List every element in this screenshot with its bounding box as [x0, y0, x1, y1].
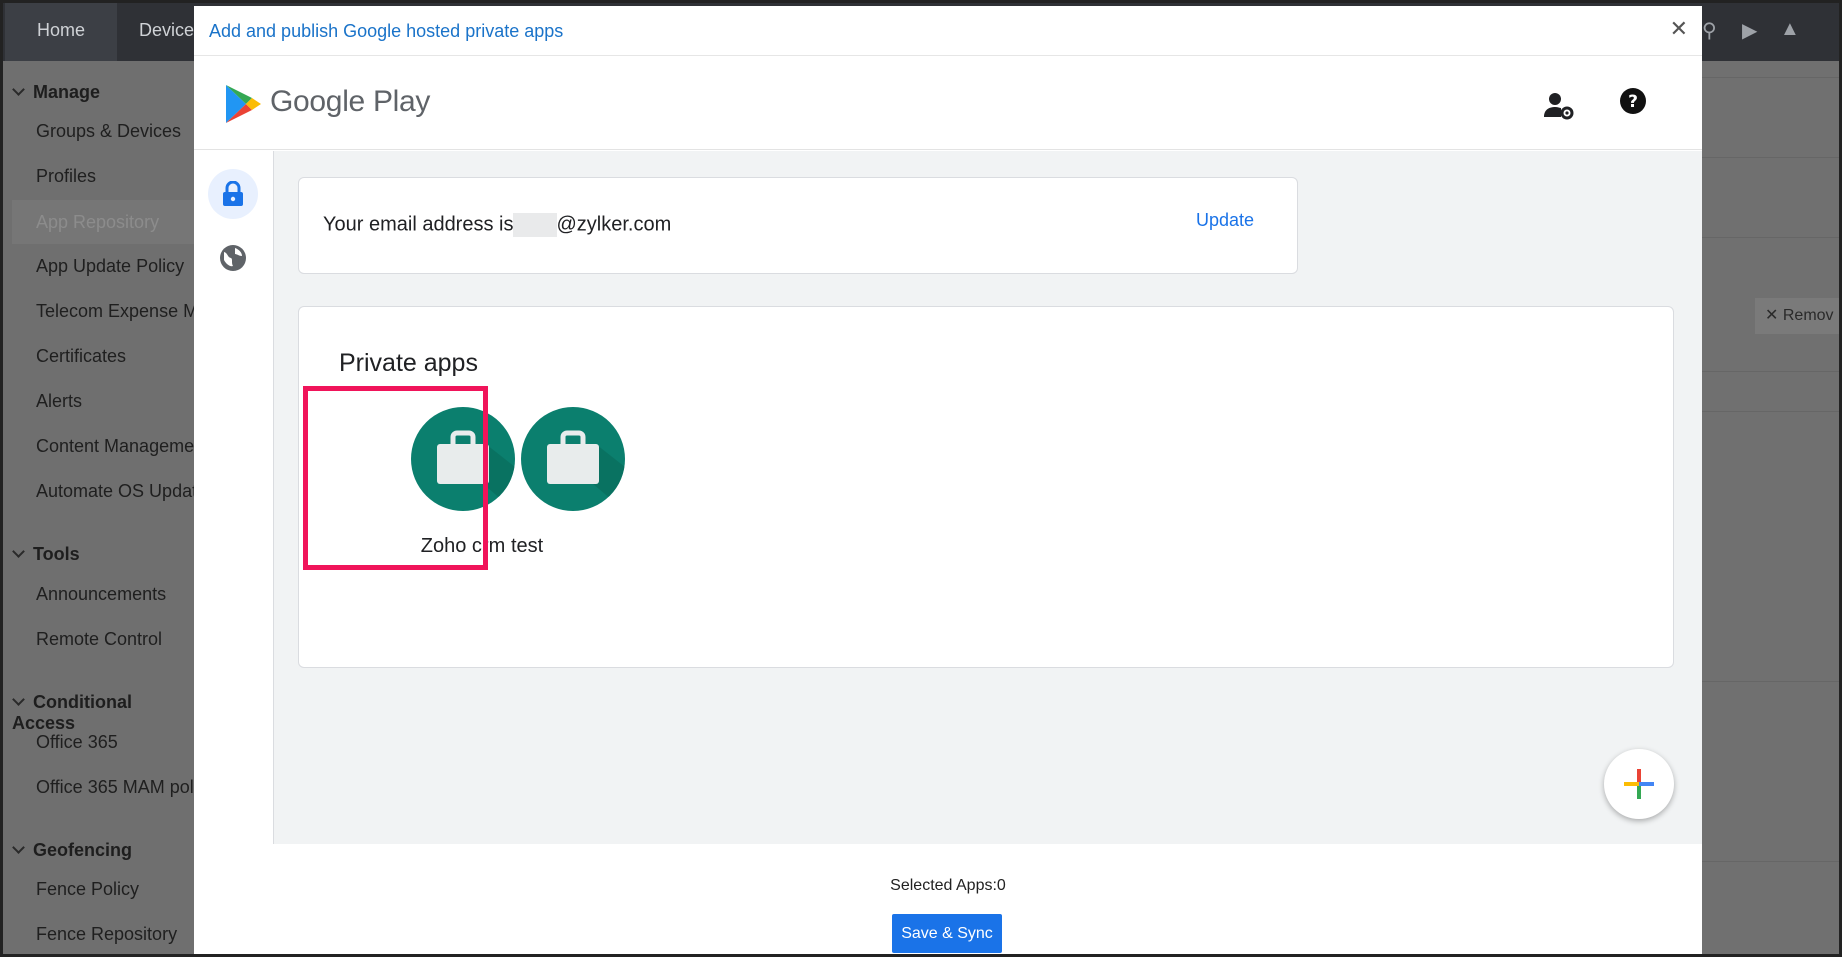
private-apps-title: Private apps [339, 349, 478, 377]
sidebar-item-remote-control[interactable]: Remote Control [36, 629, 162, 650]
plus-icon [1624, 769, 1654, 799]
chevron-down-icon [12, 693, 25, 706]
sidebar-group-manage[interactable]: Manage [12, 82, 100, 103]
add-app-button[interactable] [1604, 749, 1674, 819]
lock-icon [223, 181, 243, 206]
google-play-logo-icon [226, 85, 261, 123]
sidebar-group-conditional-access[interactable]: Conditional Access [12, 692, 194, 734]
tab-home[interactable]: Home [5, 0, 117, 61]
remove-button[interactable]: ✕ Remov [1755, 298, 1842, 334]
sidebar-item-fence-policy[interactable]: Fence Policy [36, 879, 139, 900]
redacted-email-name [513, 213, 558, 237]
app-tile-test[interactable]: test [511, 407, 681, 567]
rocket-icon[interactable]: ▲ [1780, 18, 1800, 41]
svg-text:?: ? [1628, 92, 1638, 112]
sidebar-item-groups-devices[interactable]: Groups & Devices [36, 121, 181, 142]
top-icons: ⚲ ▶ ▲ [1702, 0, 1842, 61]
help-icon[interactable]: ? [1619, 87, 1647, 115]
divider [1702, 411, 1842, 412]
sidebar-item-office-365-mam[interactable]: Office 365 MAM poli [36, 777, 198, 798]
sidebar-item-announcements[interactable]: Announcements [36, 584, 166, 605]
divider [1702, 371, 1842, 372]
sidebar-item-fence-repository[interactable]: Fence Repository [36, 924, 177, 945]
video-icon[interactable]: ▶ [1742, 18, 1757, 43]
sidebar: Manage Groups & Devices Profiles App Rep… [0, 61, 208, 957]
divider [1702, 157, 1842, 158]
publish-apps-modal: Add and publish Google hosted private ap… [194, 6, 1702, 957]
close-icon: ✕ [1765, 307, 1779, 324]
sidebar-group-tools[interactable]: Tools [12, 544, 80, 565]
sidebar-item-office-365[interactable]: Office 365 [36, 732, 118, 753]
chevron-down-icon [12, 83, 25, 96]
email-card: Your email address is @zylker.com Update [298, 177, 1298, 274]
sidebar-item-app-repository[interactable]: App Repository [12, 200, 194, 244]
divider [1702, 681, 1842, 682]
chevron-down-icon [12, 545, 25, 558]
close-icon[interactable]: ✕ [1670, 16, 1688, 42]
divider [1702, 77, 1842, 78]
sidebar-group-geofencing[interactable]: Geofencing [12, 840, 132, 861]
modal-title: Add and publish Google hosted private ap… [209, 21, 564, 41]
chevron-down-icon [12, 841, 25, 854]
email-address: Your email address is @zylker.com [323, 213, 672, 237]
briefcase-icon [521, 407, 625, 511]
update-email-link[interactable]: Update [1196, 210, 1254, 231]
private-apps-nav[interactable] [208, 169, 258, 219]
google-play-body: Your email address is @zylker.com Update … [194, 151, 1702, 844]
save-sync-button[interactable]: Save & Sync [892, 914, 1002, 953]
divider [1702, 237, 1842, 238]
globe-icon[interactable] [218, 243, 248, 273]
sidebar-item-profiles[interactable]: Profiles [36, 166, 96, 187]
navigation-rail [194, 151, 274, 844]
search-icon[interactable]: ⚲ [1702, 18, 1717, 43]
sidebar-item-certificates[interactable]: Certificates [36, 346, 126, 367]
app-name: test [511, 535, 544, 557]
google-play-brand: Google Play [270, 85, 431, 118]
sidebar-item-alerts[interactable]: Alerts [36, 391, 82, 412]
modal-footer: Selected Apps:0 Save & Sync [194, 844, 1702, 957]
sidebar-item-app-update-policy[interactable]: App Update Policy [36, 256, 184, 277]
highlight-box [303, 386, 488, 570]
admin-settings-icon[interactable] [1544, 91, 1574, 121]
sidebar-item-content-management[interactable]: Content Managemen [36, 436, 204, 457]
selected-apps-count: Selected Apps:0 [890, 877, 1006, 894]
modal-header: Add and publish Google hosted private ap… [194, 6, 1702, 56]
background-content-area [1702, 61, 1842, 957]
private-apps-card: Private apps Zoho crm test [298, 306, 1674, 668]
divider [1702, 861, 1842, 862]
sidebar-item-automate-os-update[interactable]: Automate OS Update [36, 481, 207, 502]
sidebar-item-telecom-expense[interactable]: Telecom Expense Mg [36, 301, 208, 322]
google-play-header: Google Play ? [194, 57, 1702, 150]
